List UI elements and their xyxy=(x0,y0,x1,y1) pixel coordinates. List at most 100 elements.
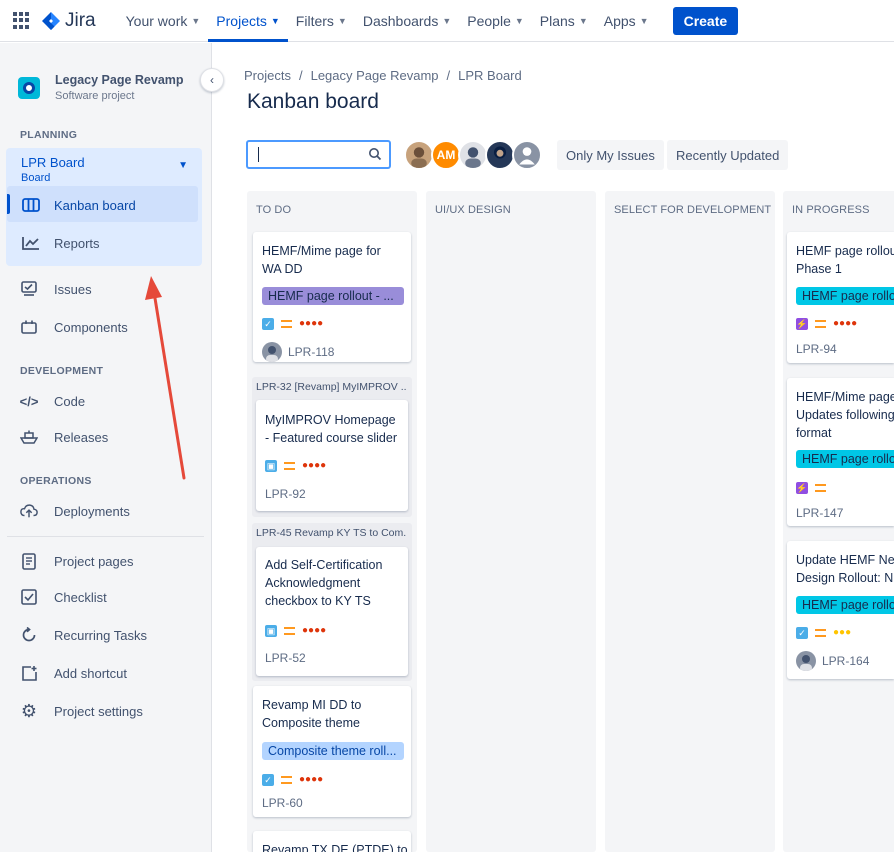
nav-your-work-label: Your work xyxy=(125,12,188,29)
column-title: IN PROGRESS xyxy=(792,204,870,216)
nav-dashboards-label: Dashboards xyxy=(362,12,439,29)
nav-plans[interactable]: Plans ▼ xyxy=(532,0,596,42)
avatar-unassigned[interactable] xyxy=(512,140,542,170)
nav-apps[interactable]: Apps ▼ xyxy=(596,0,657,42)
issue-key: LPR-164 xyxy=(822,654,870,668)
issue-key: LPR-52 xyxy=(265,651,306,665)
project-header[interactable]: Legacy Page Revamp Software project xyxy=(18,73,184,102)
avatar-initials: AM xyxy=(436,148,456,162)
refresh-icon xyxy=(20,626,38,644)
nav-projects-label: Projects xyxy=(216,12,267,29)
dots-indicator-icon: ●●●● xyxy=(299,774,324,785)
sidebar-item-checklist[interactable]: Checklist xyxy=(20,582,107,612)
sidebar-divider xyxy=(7,536,204,537)
cloud-upload-icon xyxy=(20,502,38,520)
column-title: TO DO xyxy=(256,204,292,216)
sidebar-item-recurring-tasks[interactable]: Recurring Tasks xyxy=(20,620,147,650)
chevron-left-icon: ‹ xyxy=(210,73,214,87)
sidebar-item-reports[interactable]: Reports xyxy=(22,228,100,258)
card-key-row: LPR-164 xyxy=(796,651,869,671)
sidebar-item-kanban-board[interactable]: Kanban board xyxy=(22,190,136,220)
create-button[interactable]: Create xyxy=(672,6,739,35)
components-icon xyxy=(20,318,38,336)
chevron-down-icon[interactable]: ▼ xyxy=(178,160,188,171)
issue-card-partial[interactable]: Revamp TX DE (PTDE) to xyxy=(253,831,411,852)
card-meta: ✓ ●●●● xyxy=(262,318,323,330)
parent-group-lpr-45: LPR-45 Revamp KY TS to Com... Add Self-C… xyxy=(252,523,412,681)
sidebar-item-releases[interactable]: Releases xyxy=(20,422,108,452)
sidebar-item-code-label: Code xyxy=(54,393,86,409)
sidebar-item-deployments[interactable]: Deployments xyxy=(20,496,130,526)
board-title[interactable]: LPR Board xyxy=(21,155,85,170)
page-title: Kanban board xyxy=(247,90,379,113)
breadcrumb-separator: / xyxy=(298,68,303,83)
avatar-user-3[interactable] xyxy=(458,140,488,170)
only-my-issues-button[interactable]: Only My Issues xyxy=(557,140,664,170)
search-icon xyxy=(368,147,382,164)
parent-group-lpr-32: LPR-32 [Revamp] MyIMPROV ... MyIMPROV Ho… xyxy=(252,377,412,517)
card-key-row: LPR-94 xyxy=(796,342,837,356)
board-subtitle: Board xyxy=(21,172,51,184)
jira-logo[interactable]: Jira xyxy=(41,10,96,32)
app-switcher-icon[interactable] xyxy=(13,11,31,30)
recently-updated-button[interactable]: Recently Updated xyxy=(667,140,789,170)
issues-icon xyxy=(20,280,38,298)
issue-card-lpr-92[interactable]: MyIMPROV Homepage - Featured course slide… xyxy=(256,400,408,511)
issue-card-lpr-60[interactable]: Revamp MI DD to Composite theme Composite… xyxy=(253,686,411,817)
sidebar-item-code[interactable]: </> Code xyxy=(20,386,85,416)
avatar-user-4[interactable] xyxy=(485,140,515,170)
card-title: HEMF/Mime page for WA DD xyxy=(262,244,381,276)
nav-people[interactable]: People ▼ xyxy=(459,0,532,42)
card-title: Add Self-Certification Acknowledgment chec… xyxy=(265,558,383,608)
project-name: Legacy Page Revamp xyxy=(55,73,184,87)
planning-section-label: PLANNING xyxy=(20,129,78,141)
column-in-progress: IN PROGRESS HEMF page rollou Phase 1 HEMF… xyxy=(783,191,894,852)
issue-card-lpr-118[interactable]: HEMF/Mime page for WA DD HEMF page rollou… xyxy=(253,232,411,362)
sidebar-item-project-settings[interactable]: ⚙ Project settings xyxy=(20,696,143,726)
breadcrumb-separator: / xyxy=(446,68,451,83)
chevron-down-icon: ▼ xyxy=(639,15,649,26)
issue-card-lpr-147[interactable]: HEMF/Mime page Updates following format HE… xyxy=(787,378,894,526)
column-title: SELECT FOR DEVELOPMENT xyxy=(614,204,772,216)
epic-lightning-icon: ⚡ xyxy=(796,318,808,330)
avatar-user-am[interactable]: AM xyxy=(431,140,461,170)
priority-medium-icon xyxy=(815,629,826,637)
nav-filters[interactable]: Filters ▼ xyxy=(288,0,355,42)
parent-label[interactable]: LPR-32 [Revamp] MyIMPROV ... xyxy=(256,381,406,393)
nav-dashboards[interactable]: Dashboards ▼ xyxy=(355,0,459,42)
search-input[interactable] xyxy=(256,142,366,167)
sidebar-item-project-pages[interactable]: Project pages xyxy=(20,546,134,576)
board-search[interactable] xyxy=(246,140,391,169)
chevron-down-icon: ▼ xyxy=(337,15,347,26)
nav-your-work[interactable]: Your work ▼ xyxy=(118,0,209,42)
subtask-icon: ▣ xyxy=(265,460,277,472)
column-title: UI/UX DESIGN xyxy=(435,204,511,216)
breadcrumb-projects[interactable]: Projects xyxy=(244,68,291,83)
card-title: HEMF page rollou Phase 1 xyxy=(796,244,894,276)
nav-projects[interactable]: Projects ▼ xyxy=(208,0,288,42)
nav-people-label: People xyxy=(467,12,511,29)
issue-card-lpr-52[interactable]: Add Self-Certification Acknowledgment chec… xyxy=(256,547,408,676)
issue-card-lpr-164[interactable]: Update HEMF Ne Design Rollout: N HEMF pag… xyxy=(787,541,894,679)
sidebar-item-issues-label: Issues xyxy=(54,281,92,297)
sidebar-item-issues[interactable]: Issues xyxy=(20,274,92,304)
avatar-user-1[interactable] xyxy=(404,140,434,170)
sidebar-item-releases-label: Releases xyxy=(54,429,109,445)
jira-logo-text: Jira xyxy=(65,9,96,31)
breadcrumb-project[interactable]: Legacy Page Revamp xyxy=(311,68,439,83)
parent-label[interactable]: LPR-45 Revamp KY TS to Com... xyxy=(256,527,406,539)
card-title: MyIMPROV Homepage - Featured course slide… xyxy=(265,413,398,445)
breadcrumb-board[interactable]: LPR Board xyxy=(458,68,522,83)
gear-icon: ⚙ xyxy=(20,700,38,721)
collapse-sidebar-button[interactable]: ‹ xyxy=(200,68,224,92)
project-avatar-icon xyxy=(18,76,40,99)
sidebar-item-add-shortcut-label: Add shortcut xyxy=(54,665,127,681)
issue-key: LPR-92 xyxy=(265,487,306,501)
assignee-avatars: AM xyxy=(404,140,542,170)
sidebar-item-components[interactable]: Components xyxy=(20,312,128,342)
issue-card-lpr-94[interactable]: HEMF page rollou Phase 1 HEMF page rollo … xyxy=(787,232,894,363)
checkbox-icon xyxy=(20,588,38,606)
sidebar-item-add-shortcut[interactable]: Add shortcut xyxy=(20,658,127,688)
sidebar-item-recurring-label: Recurring Tasks xyxy=(54,627,147,643)
sidebar-item-deployments-label: Deployments xyxy=(54,503,130,519)
